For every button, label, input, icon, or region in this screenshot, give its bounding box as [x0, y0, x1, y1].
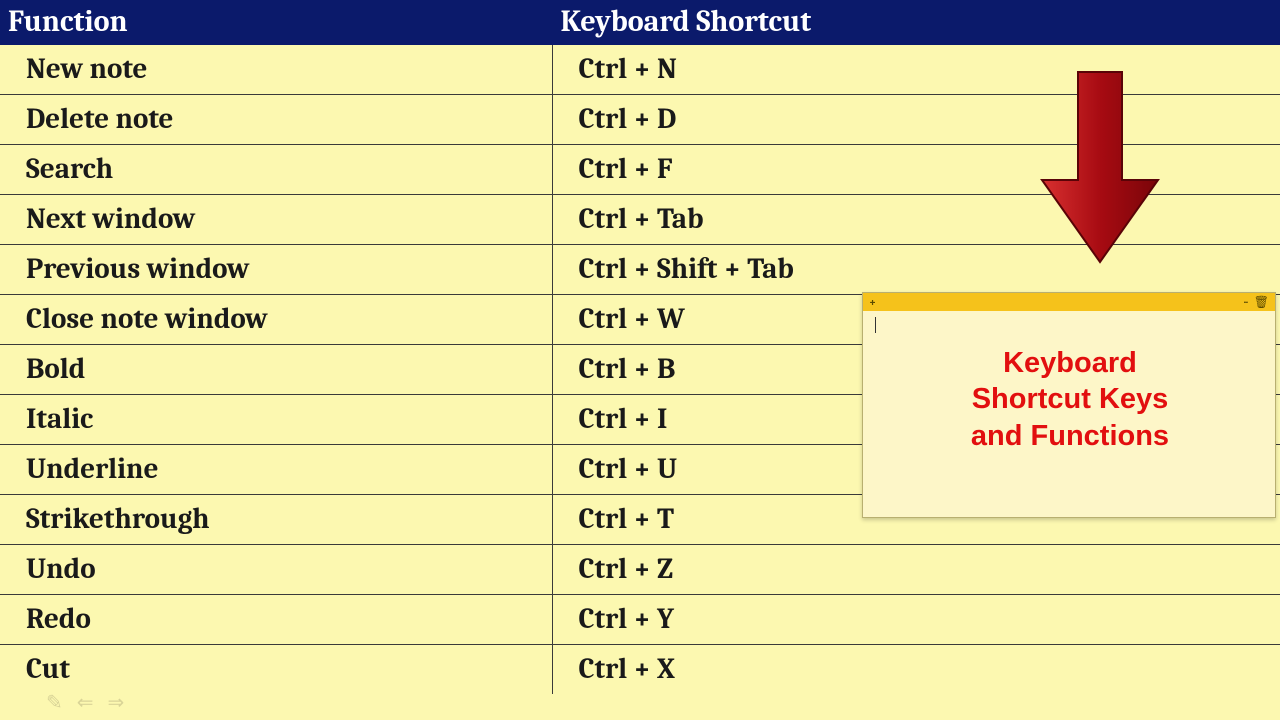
cell-function: Next window [0, 195, 552, 245]
header-function: Function [0, 0, 552, 45]
cell-shortcut: Ctrl + Shift + Tab [552, 245, 1280, 295]
sticky-note[interactable]: + ··· 🗑 Keyboard Shortcut Keys and Funct… [862, 292, 1276, 518]
cell-function: Strikethrough [0, 495, 552, 545]
cell-shortcut: Ctrl + Tab [552, 195, 1280, 245]
cell-shortcut: Ctrl + Y [552, 595, 1280, 645]
cell-function: Search [0, 145, 552, 195]
cell-shortcut: Ctrl + X [552, 645, 1280, 695]
prev-slide-icon[interactable]: ⇐ [77, 690, 94, 714]
sticky-note-body[interactable]: Keyboard Shortcut Keys and Functions [863, 311, 1275, 517]
cell-function: Previous window [0, 245, 552, 295]
cell-function: New note [0, 45, 552, 95]
cell-shortcut: Ctrl + F [552, 145, 1280, 195]
cell-function: Underline [0, 445, 552, 495]
table-row: UndoCtrl + Z [0, 545, 1280, 595]
cell-function: Bold [0, 345, 552, 395]
next-slide-icon[interactable]: ⇒ [108, 690, 125, 714]
cell-function: Undo [0, 545, 552, 595]
table-row: Previous windowCtrl + Shift + Tab [0, 245, 1280, 295]
table-row: Next windowCtrl + Tab [0, 195, 1280, 245]
cell-shortcut: Ctrl + D [552, 95, 1280, 145]
header-shortcut: Keyboard Shortcut [552, 0, 1280, 45]
pen-icon[interactable]: ✎ [46, 690, 63, 714]
cell-function: Delete note [0, 95, 552, 145]
cell-shortcut: Ctrl + Z [552, 545, 1280, 595]
cell-shortcut: Ctrl + N [552, 45, 1280, 95]
table-header-row: Function Keyboard Shortcut [0, 0, 1280, 45]
sticky-caption: Keyboard Shortcut Keys and Functions [875, 345, 1265, 454]
table-row: New noteCtrl + N [0, 45, 1280, 95]
table-row: RedoCtrl + Y [0, 595, 1280, 645]
cell-function: Redo [0, 595, 552, 645]
table-row: Delete noteCtrl + D [0, 95, 1280, 145]
cell-function: Italic [0, 395, 552, 445]
table-row: SearchCtrl + F [0, 145, 1280, 195]
text-cursor-icon [875, 317, 876, 333]
slideshow-nav: ✎ ⇐ ⇒ [46, 690, 124, 714]
table-row: CutCtrl + X [0, 645, 1280, 695]
sticky-note-titlebar[interactable]: + ··· 🗑 [863, 293, 1275, 311]
sticky-delete-icon[interactable]: 🗑 [1254, 295, 1269, 309]
sticky-add-icon[interactable]: + [869, 295, 876, 309]
cell-function: Close note window [0, 295, 552, 345]
sticky-menu-icon[interactable]: ··· [1244, 295, 1248, 309]
cell-function: Cut [0, 645, 552, 695]
